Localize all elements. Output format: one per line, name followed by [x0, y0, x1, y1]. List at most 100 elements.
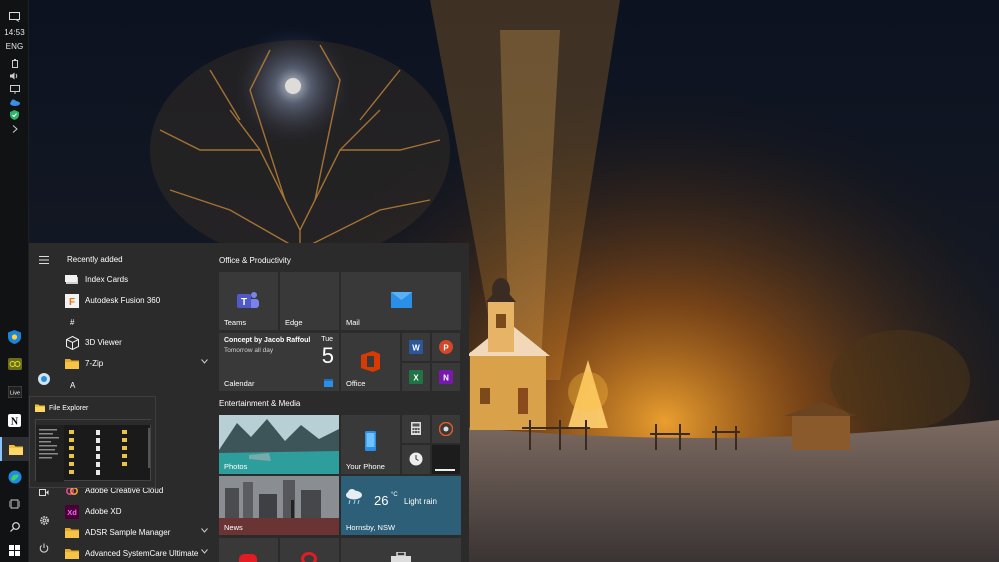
group-entertainment-media[interactable]: Entertainment & Media	[219, 399, 300, 408]
language-indicator[interactable]: ENG	[0, 40, 29, 52]
tile-news[interactable]: News	[219, 476, 339, 535]
fusion-360-icon: F	[65, 293, 79, 308]
app-folder-advanced-systemcare[interactable]: Advanced SystemCare Ultimate	[59, 543, 210, 562]
app-item-3d-viewer[interactable]: 3D Viewer	[59, 332, 210, 353]
explorer-preview-image	[36, 420, 152, 482]
index-cards-icon	[65, 273, 79, 287]
tile-alarms-clock[interactable]	[402, 445, 430, 474]
volume-icon[interactable]	[0, 70, 29, 82]
taskbar-app-live[interactable]: Live	[0, 381, 29, 403]
svg-text:X: X	[413, 374, 419, 383]
action-center-button[interactable]	[0, 8, 29, 26]
tile-label: Your Phone	[346, 462, 385, 471]
tile-excel[interactable]: X	[402, 363, 430, 391]
folder-icon	[65, 547, 79, 561]
onenote-icon: N	[439, 370, 453, 384]
app-folder-7-zip[interactable]: 7-Zip	[59, 353, 210, 374]
file-explorer-thumbnail-flyout[interactable]: File Explorer	[29, 396, 156, 488]
app-label: Adobe XD	[85, 507, 122, 516]
chevron-down-icon	[201, 359, 208, 364]
gear-icon	[39, 515, 49, 525]
hamburger-menu-button[interactable]	[29, 249, 59, 271]
folder-icon	[65, 526, 79, 540]
window-preview[interactable]	[35, 419, 152, 482]
tile-weather[interactable]: 26 °C Light rain Hornsby, NSW	[341, 476, 461, 535]
network-icon[interactable]	[0, 83, 29, 95]
tile-partial-store[interactable]	[341, 538, 461, 562]
tile-mail[interactable]: Mail	[341, 272, 461, 330]
power-button[interactable]	[29, 537, 59, 559]
show-hidden-icons-chevron[interactable]	[0, 123, 29, 135]
tile-partial-red-2[interactable]	[280, 538, 339, 562]
app-folder-adsr-sample-manager[interactable]: ADSR Sample Manager	[59, 522, 210, 543]
svg-text:Xd: Xd	[67, 508, 77, 517]
tile-label: Office	[346, 379, 366, 388]
tile-word[interactable]: W	[402, 333, 430, 361]
tile-label: News	[224, 523, 243, 532]
calendar-day: 5	[321, 343, 334, 368]
power-icon	[39, 543, 49, 553]
tile-label: Photos	[224, 462, 248, 471]
app-item-index-cards[interactable]: Index Cards	[59, 269, 210, 290]
tile-groove-music[interactable]	[432, 415, 460, 443]
chevron-down-icon	[201, 528, 208, 533]
taskbar-app-shield[interactable]	[0, 326, 29, 348]
taskbar-app-edge[interactable]	[0, 466, 29, 488]
onedrive-icon[interactable]	[0, 96, 29, 108]
hamburger-icon	[39, 256, 49, 264]
taskbar-app-notion[interactable]: N	[0, 409, 29, 431]
calendar-icon	[324, 379, 333, 387]
tiles-area: Office & Productivity T Teams Edge Mail …	[219, 243, 469, 562]
defender-icon[interactable]	[0, 109, 29, 121]
svg-text:W: W	[412, 344, 420, 353]
taskbar-app-file-explorer[interactable]	[0, 437, 29, 461]
windows-icon	[9, 544, 20, 556]
edge-icon	[8, 470, 21, 484]
clock-icon	[409, 452, 423, 466]
taskbar-search[interactable]	[0, 517, 29, 537]
app-label: Autodesk Fusion 360	[85, 296, 161, 305]
tile-calendar[interactable]: Concept by Jacob Raffoul Tomorrow all da…	[219, 333, 339, 391]
calendar-event-time: Tomorrow all day	[224, 347, 274, 354]
app-item-adobe-xd[interactable]: Xd Adobe XD	[59, 501, 210, 522]
recently-added-header: Recently added	[67, 255, 123, 264]
avatar	[38, 373, 50, 385]
tile-office[interactable]: Office	[341, 333, 400, 391]
phone-icon	[365, 431, 376, 451]
progress-strip	[435, 469, 455, 471]
tile-teams[interactable]: T Teams	[219, 272, 278, 330]
clock[interactable]: 14:53	[0, 26, 29, 38]
section-header-a[interactable]: A	[59, 375, 210, 396]
settings-button[interactable]	[29, 509, 59, 531]
office-icon	[361, 351, 380, 372]
app-icon-red	[239, 554, 257, 562]
svg-text:Live: Live	[9, 391, 19, 397]
app-label: 3D Viewer	[85, 338, 122, 347]
excel-icon: X	[409, 370, 423, 384]
tile-label: Teams	[224, 318, 247, 327]
tile-label: Mail	[346, 318, 360, 327]
teams-icon: T	[237, 292, 259, 308]
taskbar-app-glasses[interactable]	[0, 353, 29, 375]
tile-partial-red-1[interactable]	[219, 538, 278, 562]
tile-onenote[interactable]: N	[432, 363, 460, 391]
live-icon: Live	[7, 386, 22, 398]
search-icon	[9, 522, 20, 532]
tile-photos[interactable]: Photos	[219, 415, 339, 474]
app-item-autodesk-fusion-360[interactable]: F Autodesk Fusion 360	[59, 290, 210, 311]
tile-your-phone[interactable]: Your Phone	[341, 415, 400, 474]
section-header-hash[interactable]: #	[59, 312, 210, 333]
user-account-button[interactable]	[29, 368, 59, 390]
tile-powerpoint[interactable]: P	[432, 333, 460, 361]
tile-movies-tv[interactable]	[432, 445, 460, 474]
group-office-productivity[interactable]: Office & Productivity	[219, 256, 291, 265]
battery-icon[interactable]	[0, 57, 29, 69]
tile-calculator[interactable]	[402, 415, 430, 443]
chevron-down-icon	[201, 549, 208, 554]
start-button[interactable]	[0, 540, 29, 560]
taskbar-task-view[interactable]	[0, 493, 29, 515]
tile-edge[interactable]: Edge	[280, 272, 339, 330]
svg-text:N: N	[443, 374, 449, 383]
folder-icon	[65, 357, 79, 371]
word-icon: W	[409, 340, 423, 354]
